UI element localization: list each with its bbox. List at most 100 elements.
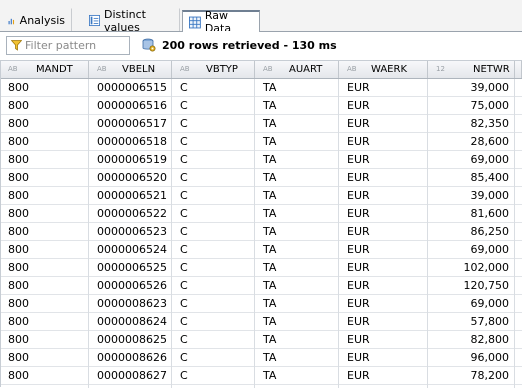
cell-vbeln[interactable]: 0000006524 <box>89 241 172 259</box>
cell-waerk[interactable]: EUR <box>339 169 428 187</box>
table-row[interactable]: 800 0000006515 C TA EUR 39,000 <box>0 79 522 97</box>
cell-vbtyp[interactable]: C <box>172 133 255 151</box>
cell-mandt[interactable]: 800 <box>0 367 89 385</box>
table-row[interactable]: 800 0000006526 C TA EUR 120,750 <box>0 277 522 295</box>
cell-vbeln[interactable]: 0000006515 <box>89 79 172 97</box>
column-header-netwr[interactable]: 12 NETWR <box>428 61 515 78</box>
cell-vbeln[interactable]: 0000006523 <box>89 223 172 241</box>
cell-netwr[interactable]: 96,000 <box>428 349 515 367</box>
cell-mandt[interactable]: 800 <box>0 241 89 259</box>
cell-vbtyp[interactable]: C <box>172 367 255 385</box>
column-header-vbtyp[interactable]: AB VBTYP <box>172 61 255 78</box>
cell-waerk[interactable]: EUR <box>339 115 428 133</box>
cell-vbeln[interactable]: 0000008625 <box>89 331 172 349</box>
cell-vbeln[interactable]: 0000008627 <box>89 367 172 385</box>
cell-mandt[interactable]: 800 <box>0 205 89 223</box>
table-row[interactable]: 800 0000006516 C TA EUR 75,000 <box>0 97 522 115</box>
cell-mandt[interactable]: 800 <box>0 259 89 277</box>
cell-auart[interactable]: TA <box>255 349 339 367</box>
table-row[interactable]: 800 0000008625 C TA EUR 82,800 <box>0 331 522 349</box>
cell-vbtyp[interactable]: C <box>172 151 255 169</box>
cell-vbtyp[interactable]: C <box>172 277 255 295</box>
tab-raw-data[interactable]: Raw Data <box>182 9 260 35</box>
cell-vbtyp[interactable]: C <box>172 331 255 349</box>
cell-netwr[interactable]: 102,000 <box>428 259 515 277</box>
cell-auart[interactable]: TA <box>255 277 339 295</box>
cell-auart[interactable]: TA <box>255 259 339 277</box>
cell-mandt[interactable]: 800 <box>0 169 89 187</box>
cell-vbeln[interactable]: 0000008623 <box>89 295 172 313</box>
cell-auart[interactable]: TA <box>255 169 339 187</box>
cell-vbeln[interactable]: 0000006521 <box>89 187 172 205</box>
cell-vbtyp[interactable]: C <box>172 241 255 259</box>
cell-netwr[interactable]: 69,000 <box>428 151 515 169</box>
cell-auart[interactable]: TA <box>255 331 339 349</box>
cell-mandt[interactable]: 800 <box>0 97 89 115</box>
cell-mandt[interactable]: 800 <box>0 151 89 169</box>
filter-box[interactable] <box>6 36 130 55</box>
cell-vbeln[interactable]: 0000006520 <box>89 169 172 187</box>
cell-netwr[interactable]: 85,400 <box>428 169 515 187</box>
cell-mandt[interactable]: 800 <box>0 115 89 133</box>
cell-netwr[interactable]: 75,000 <box>428 97 515 115</box>
cell-auart[interactable]: TA <box>255 205 339 223</box>
table-row[interactable]: 800 0000008623 C TA EUR 69,000 <box>0 295 522 313</box>
cell-netwr[interactable]: 78,200 <box>428 367 515 385</box>
cell-waerk[interactable]: EUR <box>339 79 428 97</box>
cell-mandt[interactable]: 800 <box>0 331 89 349</box>
table-row[interactable]: 800 0000006523 C TA EUR 86,250 <box>0 223 522 241</box>
cell-vbtyp[interactable]: C <box>172 295 255 313</box>
table-row[interactable]: 800 0000006518 C TA EUR 28,600 <box>0 133 522 151</box>
cell-vbeln[interactable]: 0000006518 <box>89 133 172 151</box>
cell-netwr[interactable]: 39,000 <box>428 187 515 205</box>
column-header-vbeln[interactable]: AB VBELN <box>89 61 172 78</box>
table-row[interactable]: 800 0000006519 C TA EUR 69,000 <box>0 151 522 169</box>
cell-waerk[interactable]: EUR <box>339 277 428 295</box>
cell-mandt[interactable]: 800 <box>0 295 89 313</box>
column-header-auart[interactable]: AB AUART <box>255 61 339 78</box>
cell-mandt[interactable]: 800 <box>0 187 89 205</box>
cell-waerk[interactable]: EUR <box>339 241 428 259</box>
cell-vbtyp[interactable]: C <box>172 223 255 241</box>
cell-netwr[interactable]: 82,800 <box>428 331 515 349</box>
cell-vbtyp[interactable]: C <box>172 205 255 223</box>
cell-vbeln[interactable]: 0000008624 <box>89 313 172 331</box>
cell-mandt[interactable]: 800 <box>0 79 89 97</box>
tab-analysis[interactable]: Analysis <box>2 8 72 32</box>
table-row[interactable]: 800 0000006517 C TA EUR 82,350 <box>0 115 522 133</box>
cell-netwr[interactable]: 69,000 <box>428 295 515 313</box>
filter-pattern-input[interactable] <box>25 37 125 54</box>
cell-auart[interactable]: TA <box>255 79 339 97</box>
cell-netwr[interactable]: 81,600 <box>428 205 515 223</box>
cell-auart[interactable]: TA <box>255 241 339 259</box>
cell-mandt[interactable]: 800 <box>0 277 89 295</box>
cell-auart[interactable]: TA <box>255 313 339 331</box>
cell-auart[interactable]: TA <box>255 295 339 313</box>
cell-auart[interactable]: TA <box>255 97 339 115</box>
cell-netwr[interactable]: 57,800 <box>428 313 515 331</box>
cell-vbtyp[interactable]: C <box>172 313 255 331</box>
column-header-waerk[interactable]: AB WAERK <box>339 61 428 78</box>
table-row[interactable]: 800 0000006522 C TA EUR 81,600 <box>0 205 522 223</box>
cell-waerk[interactable]: EUR <box>339 151 428 169</box>
cell-waerk[interactable]: EUR <box>339 187 428 205</box>
table-row[interactable]: 800 0000008626 C TA EUR 96,000 <box>0 349 522 367</box>
cell-auart[interactable]: TA <box>255 367 339 385</box>
cell-vbtyp[interactable]: C <box>172 79 255 97</box>
cell-mandt[interactable]: 800 <box>0 223 89 241</box>
cell-vbtyp[interactable]: C <box>172 115 255 133</box>
cell-netwr[interactable]: 69,000 <box>428 241 515 259</box>
cell-waerk[interactable]: EUR <box>339 223 428 241</box>
cell-waerk[interactable]: EUR <box>339 349 428 367</box>
table-row[interactable]: 800 0000006525 C TA EUR 102,000 <box>0 259 522 277</box>
cell-vbtyp[interactable]: C <box>172 169 255 187</box>
table-row[interactable]: 800 0000008627 C TA EUR 78,200 <box>0 367 522 385</box>
cell-netwr[interactable]: 39,000 <box>428 79 515 97</box>
cell-vbtyp[interactable]: C <box>172 97 255 115</box>
cell-waerk[interactable]: EUR <box>339 133 428 151</box>
cell-netwr[interactable]: 28,600 <box>428 133 515 151</box>
cell-mandt[interactable]: 800 <box>0 349 89 367</box>
cell-vbeln[interactable]: 0000006516 <box>89 97 172 115</box>
cell-netwr[interactable]: 86,250 <box>428 223 515 241</box>
cell-vbeln[interactable]: 0000006522 <box>89 205 172 223</box>
